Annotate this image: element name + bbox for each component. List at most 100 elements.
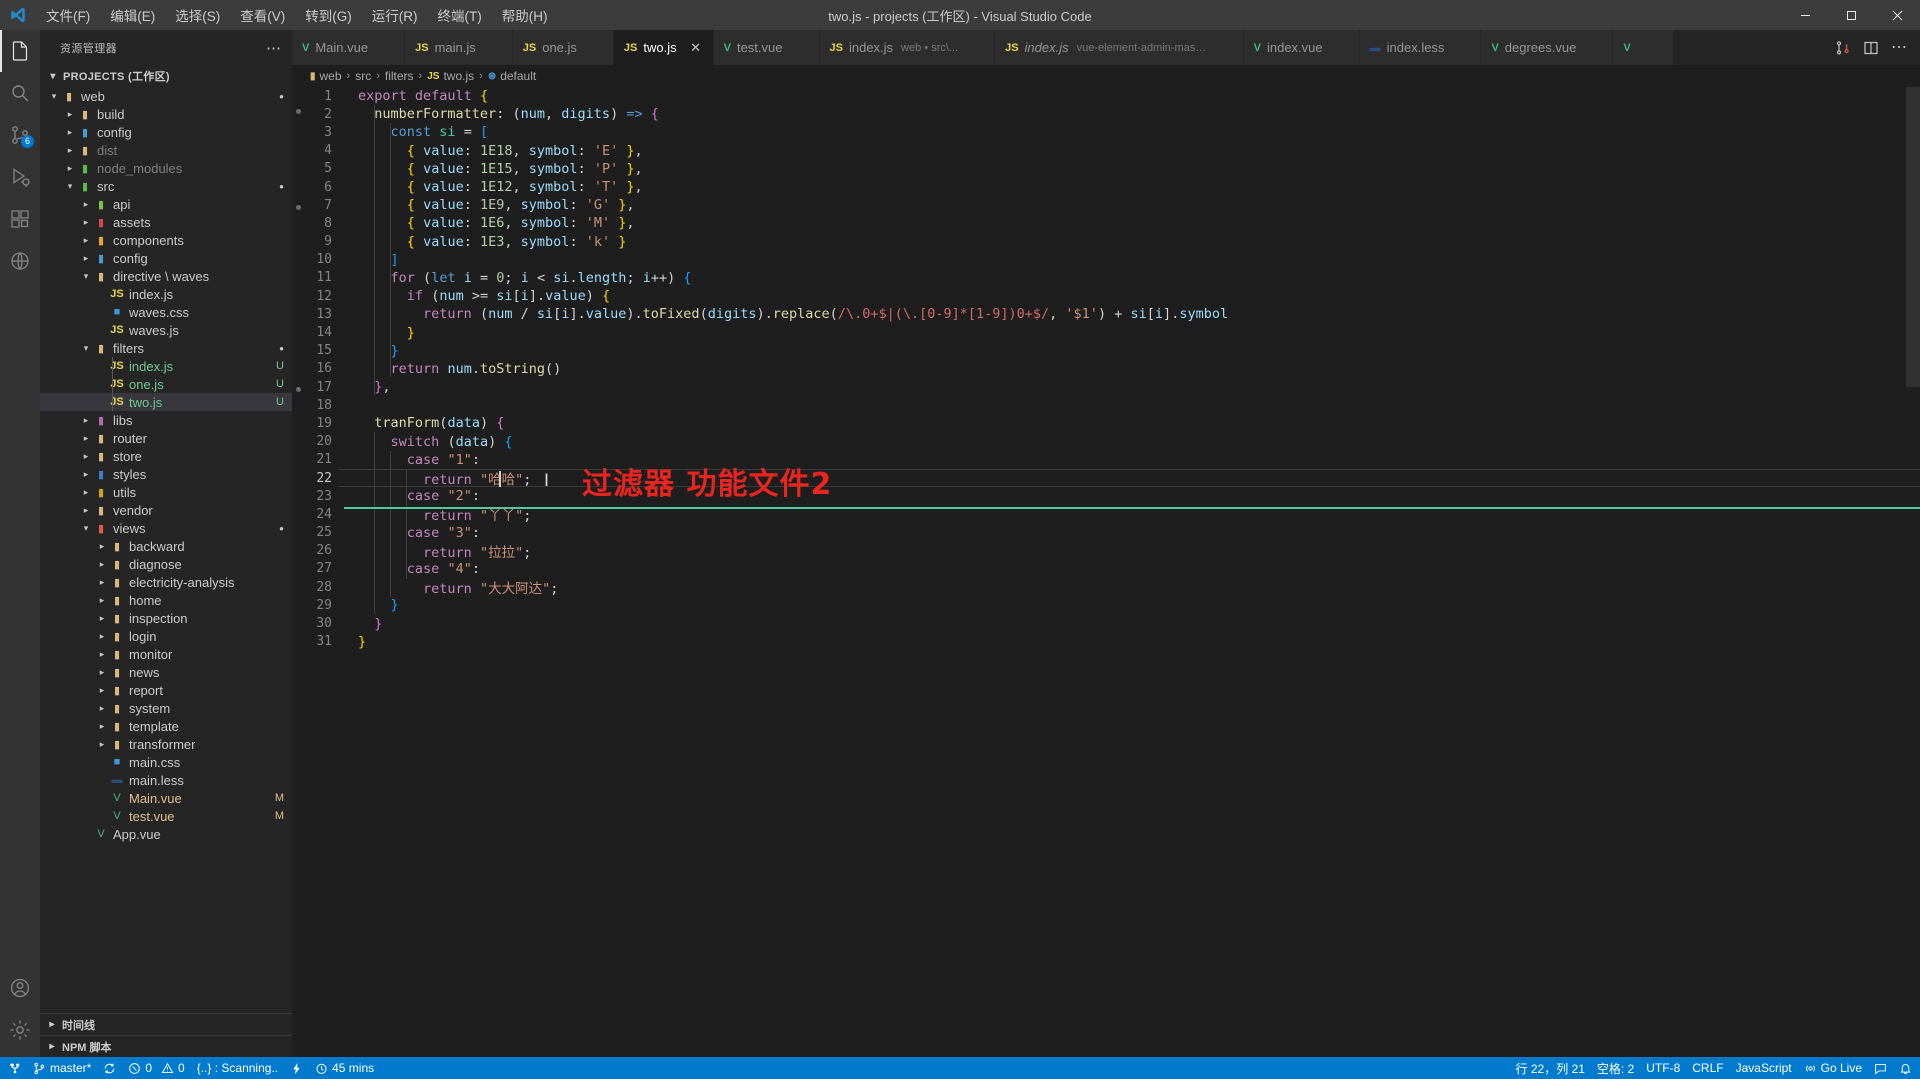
minimize-button[interactable] bbox=[1782, 0, 1828, 30]
editor-tab-index-js[interactable]: JS index.js vue-element-admin-master • src… bbox=[995, 30, 1244, 65]
status-language-mode[interactable]: JavaScript bbox=[1730, 1057, 1798, 1079]
editor-tab-bar[interactable]: VMain.vue✕JSmain.js✕JSone.js✕JStwo.js✕Vt… bbox=[292, 30, 1920, 65]
tree-item-main-less[interactable]: ▬ main.less bbox=[40, 771, 292, 789]
close-button[interactable] bbox=[1874, 0, 1920, 30]
tree-item-api[interactable]: ▸ ▮ api bbox=[40, 195, 292, 213]
code-line[interactable]: 3 const si = [ bbox=[306, 123, 1920, 141]
code-line[interactable]: 19 tranForm(data) { bbox=[306, 414, 1920, 432]
tree-item-system[interactable]: ▸ ▮ system bbox=[40, 699, 292, 717]
tree-item-main-vue[interactable]: V Main.vue M bbox=[40, 789, 292, 807]
code-line[interactable]: 8 { value: 1E6, symbol: 'M' }, bbox=[306, 214, 1920, 232]
breadcrumb-item-default[interactable]: ⊛ default bbox=[488, 69, 536, 83]
tree-item-backward[interactable]: ▸ ▮ backward bbox=[40, 537, 292, 555]
tree-item-src[interactable]: ▾ ▮ src ● bbox=[40, 177, 292, 195]
editor-tab-index-vue[interactable]: Vindex.vue✕ bbox=[1243, 30, 1360, 65]
menu-selection[interactable]: 选择(S) bbox=[165, 1, 230, 29]
tree-item-template[interactable]: ▸ ▮ template bbox=[40, 717, 292, 735]
code-editor[interactable]: 1 export default {2 numberFormatter: (num… bbox=[292, 87, 1920, 1057]
code-line[interactable]: 21 case "1": bbox=[306, 451, 1920, 469]
tree-item-index-js[interactable]: JS index.js U bbox=[40, 357, 292, 375]
code-line[interactable]: 11 for (let i = 0; i < si.length; i++) { bbox=[306, 269, 1920, 287]
tree-item-web[interactable]: ▾ ▮ web ● bbox=[40, 87, 292, 105]
tree-item-app-vue[interactable]: V App.vue bbox=[40, 825, 292, 843]
status-go-live[interactable]: Go Live bbox=[1798, 1057, 1868, 1079]
more-actions-icon[interactable]: ⋯ bbox=[1886, 35, 1912, 61]
pane-timeline[interactable]: ▸ 时间线 bbox=[40, 1013, 292, 1035]
code-line[interactable]: 13 return (num / si[i].value).toFixed(di… bbox=[306, 305, 1920, 323]
tree-item-index-js[interactable]: JS index.js bbox=[40, 285, 292, 303]
tree-item-electricity-analysis[interactable]: ▸ ▮ electricity-analysis bbox=[40, 573, 292, 591]
code-line[interactable]: 16 return num.toString() bbox=[306, 360, 1920, 378]
breadcrumb-item-two-js[interactable]: JS two.js bbox=[427, 69, 474, 83]
menu-edit[interactable]: 编辑(E) bbox=[100, 1, 165, 29]
tree-item-test-vue[interactable]: Vtest.vue M bbox=[40, 807, 292, 825]
status-feedback[interactable] bbox=[1868, 1057, 1893, 1079]
status-eol[interactable]: CRLF bbox=[1686, 1057, 1729, 1079]
code-line[interactable]: 27 case "4": bbox=[306, 560, 1920, 578]
tree-item-home[interactable]: ▸ ▮ home bbox=[40, 591, 292, 609]
code-line[interactable]: 10 ] bbox=[306, 251, 1920, 269]
run-split-icon[interactable] bbox=[1830, 35, 1856, 61]
tree-item-waves-js[interactable]: JS waves.js bbox=[40, 321, 292, 339]
tree-item-views[interactable]: ▾ ▮ views ● bbox=[40, 519, 292, 537]
code-line[interactable]: 12 if (num >= si[i].value) { bbox=[306, 287, 1920, 305]
code-line[interactable]: 6 { value: 1E12, symbol: 'T' }, bbox=[306, 178, 1920, 196]
status-problems[interactable]: 0 0 bbox=[122, 1057, 190, 1079]
editor-tab-test-vue[interactable]: Vtest.vue✕ bbox=[713, 30, 820, 65]
menu-help[interactable]: 帮助(H) bbox=[492, 1, 558, 29]
breadcrumb[interactable]: ▮ web › src › filters › JS two.js › ⊛ default bbox=[292, 65, 1920, 87]
tree-item-styles[interactable]: ▸ ▮ styles bbox=[40, 465, 292, 483]
tree-item-inspection[interactable]: ▸ ▮ inspection bbox=[40, 609, 292, 627]
tree-item-two-js[interactable]: JS two.js U bbox=[40, 393, 292, 411]
status-cursor-position[interactable]: 行 22，列 21 bbox=[1510, 1057, 1591, 1079]
code-line[interactable]: 29 } bbox=[306, 596, 1920, 614]
editor-tab-index-less[interactable]: ▬index.less✕ bbox=[1359, 30, 1482, 65]
pane-npm-scripts[interactable]: ▸ NPM 脚本 bbox=[40, 1035, 292, 1057]
tree-item-directive-waves[interactable]: ▾ ▮ directive \ waves bbox=[40, 267, 292, 285]
code-line[interactable]: 17 }, bbox=[306, 378, 1920, 396]
code-line[interactable]: 30 } bbox=[306, 614, 1920, 632]
tree-item-router[interactable]: ▸ ▮ router bbox=[40, 429, 292, 447]
code-line[interactable]: 31} bbox=[306, 633, 1920, 651]
code-line[interactable]: 28 return "大大阿达"; bbox=[306, 578, 1920, 598]
activity-source-control[interactable]: 6 bbox=[0, 114, 40, 156]
status-sync[interactable] bbox=[97, 1057, 122, 1079]
code-line[interactable]: 25 case "3": bbox=[306, 524, 1920, 542]
tree-item-config[interactable]: ▸ ▮ config bbox=[40, 249, 292, 267]
file-tree[interactable]: ▾ ▮ web ● ▸ ▮ build ▸ ▮ config ▸ ▮ dist ▸ ▮ node_module… bbox=[40, 87, 292, 1013]
menu-file[interactable]: 文件(F) bbox=[36, 1, 100, 29]
status-remote[interactable] bbox=[2, 1057, 27, 1079]
tree-item-config[interactable]: ▸ ▮ config bbox=[40, 123, 292, 141]
status-time-tracker[interactable]: 45 mins bbox=[309, 1057, 380, 1079]
sidebar-more-icon[interactable]: ⋯ bbox=[266, 39, 282, 57]
tree-item-login[interactable]: ▸ ▮ login bbox=[40, 627, 292, 645]
code-line[interactable]: 18 bbox=[306, 396, 1920, 414]
editor-tab-one-js[interactable]: JSone.js✕ bbox=[512, 30, 614, 65]
code-line[interactable]: 5 { value: 1E15, symbol: 'P' }, bbox=[306, 160, 1920, 178]
activity-remote-explorer[interactable] bbox=[0, 240, 40, 282]
code-line[interactable]: 20 switch (data) { bbox=[306, 433, 1920, 451]
code-line[interactable]: 14 } bbox=[306, 323, 1920, 341]
code-line[interactable]: 4 { value: 1E18, symbol: 'E' }, bbox=[306, 142, 1920, 160]
tree-item-store[interactable]: ▸ ▮ store bbox=[40, 447, 292, 465]
tree-item-vendor[interactable]: ▸ ▮ vendor bbox=[40, 501, 292, 519]
tree-item-report[interactable]: ▸ ▮ report bbox=[40, 681, 292, 699]
activity-settings-gear[interactable] bbox=[0, 1009, 40, 1051]
code-line[interactable]: 2 numberFormatter: (num, digits) => { bbox=[306, 105, 1920, 123]
editor-tab-extra-10[interactable]: V✕ bbox=[1613, 30, 1674, 65]
status-encoding[interactable]: UTF-8 bbox=[1640, 1057, 1686, 1079]
activity-search[interactable] bbox=[0, 72, 40, 114]
breadcrumb-item-web[interactable]: ▮ web bbox=[310, 69, 342, 83]
activity-explorer[interactable] bbox=[0, 30, 40, 72]
tree-item-components[interactable]: ▸ ▮ components bbox=[40, 231, 292, 249]
code-line[interactable]: 7 { value: 1E9, symbol: 'G' }, bbox=[306, 196, 1920, 214]
code-line[interactable]: 9 { value: 1E3, symbol: 'k' } bbox=[306, 233, 1920, 251]
status-indentation[interactable]: 空格: 2 bbox=[1591, 1057, 1640, 1079]
tree-item-node-modules[interactable]: ▸ ▮ node_modules bbox=[40, 159, 292, 177]
menu-run[interactable]: 运行(R) bbox=[362, 1, 428, 29]
scrollbar-slider[interactable] bbox=[1906, 87, 1920, 387]
projects-pane-header[interactable]: ▾ PROJECTS (工作区) bbox=[40, 65, 292, 87]
tree-item-assets[interactable]: ▸ ▮ assets bbox=[40, 213, 292, 231]
tree-item-one-js[interactable]: JS one.js U bbox=[40, 375, 292, 393]
editor-tab-main-js[interactable]: JSmain.js✕ bbox=[405, 30, 513, 65]
